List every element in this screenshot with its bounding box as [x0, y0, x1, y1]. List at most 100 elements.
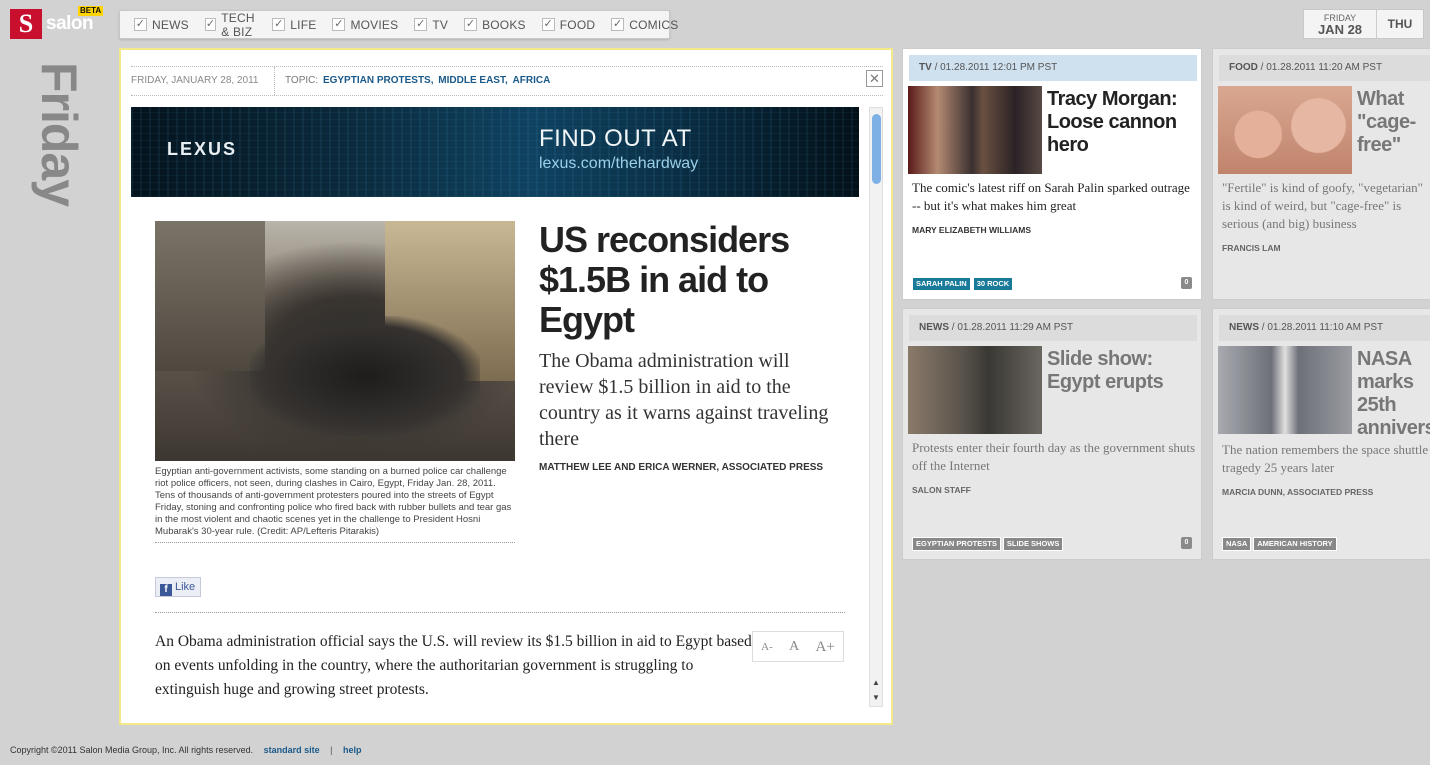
scrollbar-thumb[interactable]	[872, 114, 881, 184]
photo-burned-car	[250, 316, 480, 436]
story-card-cage-free[interactable]: FOOD / 01.28.2011 11:20 AM PST What "cag…	[1212, 48, 1430, 300]
story-card-egypt-slideshow[interactable]: NEWS / 01.28.2011 11:29 AM PST Slide sho…	[902, 308, 1202, 560]
photo-building-left	[155, 221, 265, 371]
day-heading: Friday	[30, 62, 90, 242]
scroll-down-arrow-icon[interactable]: ▼	[870, 691, 882, 705]
salon-logo-mark: S	[10, 9, 42, 39]
decrease-font-button[interactable]: A-	[761, 640, 773, 654]
article-body: An Obama administration official says th…	[155, 633, 752, 698]
checkbox-icon[interactable]: ✓	[611, 18, 625, 31]
topic-link-egyptian-protests[interactable]: EGYPTIAN PROTESTS,	[323, 75, 434, 86]
checkbox-icon[interactable]: ✓	[204, 18, 217, 31]
card-tags: EGYPTIAN PROTESTS SLIDE SHOWS	[912, 537, 1065, 551]
footer-separator: |	[330, 745, 333, 755]
comment-count-icon[interactable]: 0	[1181, 537, 1192, 549]
filter-life[interactable]: ✓ LIFE	[272, 18, 316, 32]
card-title: Slide show: Egypt erupts	[1047, 348, 1164, 393]
photo-caption: Egyptian anti-government activists, some…	[155, 466, 515, 543]
card-thumbnail	[908, 86, 1042, 174]
card-header: TV / 01.28.2011 12:01 PM PST	[909, 55, 1197, 81]
standard-site-link[interactable]: standard site	[264, 745, 320, 755]
lexus-banner-ad[interactable]: LEXUS FIND OUT AT lexus.com/thehardway	[131, 107, 859, 197]
help-link[interactable]: help	[343, 745, 362, 755]
article-scrollbar[interactable]: ▲ ▼	[869, 107, 883, 707]
checkbox-icon[interactable]: ✓	[414, 18, 428, 31]
checkbox-icon[interactable]: ✓	[332, 18, 346, 31]
card-tags: NASA AMERICAN HISTORY	[1222, 537, 1339, 551]
story-card-tracy-morgan[interactable]: TV / 01.28.2011 12:01 PM PST Tracy Morga…	[902, 48, 1202, 300]
tag-sarah-palin[interactable]: SARAH PALIN	[912, 277, 971, 291]
ad-cta: FIND OUT AT	[539, 125, 692, 152]
card-timestamp: / 01.28.2011 11:20 AM PST	[1260, 62, 1383, 73]
footer: Copyright ©2011 Salon Media Group, Inc. …	[10, 744, 362, 756]
divider	[155, 612, 845, 613]
filter-label: COMICS	[629, 17, 679, 32]
facebook-icon: f	[160, 584, 172, 596]
article-byline: MATTHEW LEE AND ERICA WERNER, ASSOCIATED…	[539, 462, 824, 473]
card-thumbnail	[1218, 346, 1352, 434]
tag-30-rock[interactable]: 30 ROCK	[972, 277, 1014, 291]
filter-comics[interactable]: ✓ COMICS	[611, 18, 678, 32]
card-title: Tracy Morgan: Loose cannon hero	[1047, 88, 1178, 156]
scroll-up-arrow-icon[interactable]: ▲	[870, 676, 882, 690]
close-icon[interactable]: ✕	[866, 70, 883, 87]
tag-egyptian-protests[interactable]: EGYPTIAN PROTESTS	[912, 537, 1001, 551]
card-section: NEWS	[919, 322, 949, 333]
card-timestamp: / 01.28.2011 11:10 AM PST	[1261, 322, 1384, 333]
checkbox-icon[interactable]: ✓	[464, 18, 478, 31]
card-author: MARCIA DUNN, ASSOCIATED PRESS	[1222, 487, 1374, 497]
filter-tv[interactable]: ✓ TV	[414, 18, 448, 32]
topic-link-middle-east[interactable]: MIDDLE EAST,	[438, 75, 507, 86]
card-header: NEWS / 01.28.2011 11:10 AM PST	[1219, 315, 1430, 341]
card-section: NEWS	[1229, 322, 1259, 333]
card-description: The comic's latest riff on Sarah Palin s…	[912, 180, 1190, 213]
filter-tech-biz[interactable]: ✓ TECH & BIZ	[204, 10, 256, 39]
topic-label: TOPIC:	[285, 75, 319, 86]
filter-food[interactable]: ✓ FOOD	[541, 18, 595, 32]
card-title: NASA marks 25th anniversary of Challenge…	[1357, 348, 1430, 439]
default-font-button[interactable]: A	[789, 639, 799, 654]
tag-nasa[interactable]: NASA	[1222, 537, 1252, 551]
card-header: NEWS / 01.28.2011 11:29 AM PST	[909, 315, 1197, 341]
checkbox-icon[interactable]: ✓	[541, 18, 555, 31]
card-author: FRANCIS LAM	[1222, 243, 1281, 253]
ad-brand: LEXUS	[167, 139, 238, 159]
tag-slide-shows[interactable]: SLIDE SHOWS	[1002, 537, 1064, 551]
card-description: "Fertile" is kind of goofy, "vegetarian"…	[1222, 180, 1423, 231]
tag-american-history[interactable]: AMERICAN HISTORY	[1253, 537, 1337, 551]
next-day-button[interactable]: THU	[1377, 10, 1423, 38]
day-heading-text: Friday	[31, 62, 87, 207]
filter-movies[interactable]: ✓ MOVIES	[332, 18, 398, 32]
ad-background	[131, 107, 859, 197]
card-section: TV	[919, 62, 932, 73]
filter-news[interactable]: ✓ NEWS	[134, 18, 189, 32]
checkbox-icon[interactable]: ✓	[134, 18, 147, 31]
article-dek: The Obama administration will review $1.…	[539, 350, 829, 450]
ad-url: lexus.com/thehardway	[539, 155, 699, 172]
current-date-button[interactable]: FRIDAY JAN 28	[1304, 10, 1377, 38]
salon-logo-text: salon	[46, 13, 94, 34]
filter-label: NEWS	[152, 17, 189, 32]
salon-logo[interactable]: S salon BETA	[10, 6, 105, 40]
card-timestamp: / 01.28.2011 12:01 PM PST	[934, 62, 1058, 73]
article-photo	[155, 221, 515, 461]
card-header: FOOD / 01.28.2011 11:20 AM PST	[1219, 55, 1430, 81]
filter-books[interactable]: ✓ BOOKS	[464, 18, 526, 32]
checkbox-icon[interactable]: ✓	[272, 18, 286, 31]
card-timestamp: / 01.28.2011 11:29 AM PST	[951, 322, 1074, 333]
filter-label: TV	[432, 17, 449, 32]
story-card-nasa-challenger[interactable]: NEWS / 01.28.2011 11:10 AM PST NASA mark…	[1212, 308, 1430, 560]
filter-label: TECH & BIZ	[221, 10, 255, 39]
article-date: FRIDAY, JANUARY 28, 2011	[131, 67, 275, 95]
comment-count-icon[interactable]: 0	[1181, 277, 1192, 289]
article-topics: TOPIC: EGYPTIAN PROTESTS, MIDDLE EAST, A…	[285, 67, 550, 95]
date-switcher: FRIDAY JAN 28 THU	[1303, 9, 1424, 39]
card-description: The nation remembers the space shuttle t…	[1222, 442, 1429, 475]
card-thumbnail	[1218, 86, 1352, 174]
copyright-text: Copyright ©2011 Salon Media Group, Inc. …	[10, 745, 254, 755]
filter-label: LIFE	[290, 17, 317, 32]
facebook-like-button[interactable]: f Like	[155, 577, 201, 597]
font-size-controls: A- A A+	[752, 631, 844, 662]
increase-font-button[interactable]: A+	[816, 639, 835, 654]
topic-link-africa[interactable]: AFRICA	[513, 75, 551, 86]
